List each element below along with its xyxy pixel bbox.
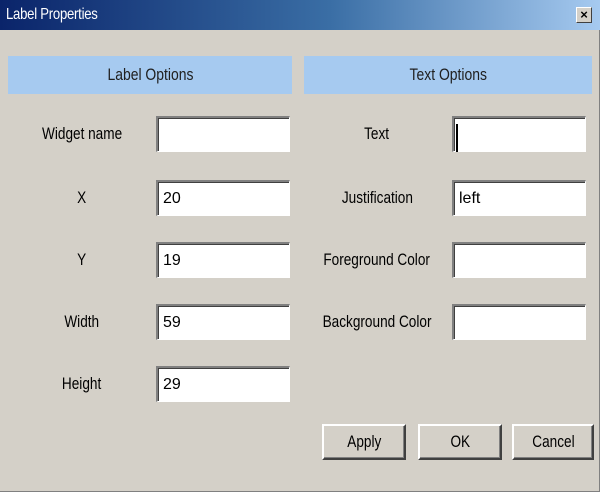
widget-name-label: Widget name xyxy=(41,124,123,143)
background-color-field[interactable] xyxy=(452,304,586,340)
text-options-header-text: Text Options xyxy=(409,65,487,84)
width-field[interactable] xyxy=(156,304,290,340)
foreground-color-field[interactable] xyxy=(452,242,586,278)
text-label: Text xyxy=(364,124,390,143)
foreground-color-label: Foreground Color xyxy=(323,250,431,269)
x-label: X xyxy=(77,188,87,207)
height-label: Height xyxy=(62,374,102,393)
height-field[interactable] xyxy=(156,366,290,402)
close-button[interactable]: × xyxy=(576,7,592,23)
widget-name-field[interactable] xyxy=(156,116,290,152)
label-options-header-text: Label Options xyxy=(106,65,194,84)
close-icon: × xyxy=(580,7,588,22)
label-options-header: Label Options xyxy=(8,56,292,94)
text-caret xyxy=(456,124,458,152)
text-field[interactable] xyxy=(452,116,586,152)
x-field[interactable] xyxy=(156,180,290,216)
apply-button[interactable]: Apply xyxy=(322,424,406,460)
justification-label: Justification xyxy=(341,188,413,207)
window-title: Label Properties xyxy=(6,6,98,23)
text-options-header: Text Options xyxy=(304,56,592,94)
justification-field[interactable] xyxy=(452,180,586,216)
title-bar[interactable]: Label Properties × xyxy=(0,0,600,30)
width-label: Width xyxy=(64,312,100,331)
y-field[interactable] xyxy=(156,242,290,278)
ok-button[interactable]: OK xyxy=(418,424,502,460)
cancel-button[interactable]: Cancel xyxy=(512,424,594,460)
y-label: Y xyxy=(77,250,87,269)
background-color-label: Background Color xyxy=(322,312,432,331)
label-properties-dialog: Label Properties × Label Options Widget … xyxy=(0,0,600,492)
